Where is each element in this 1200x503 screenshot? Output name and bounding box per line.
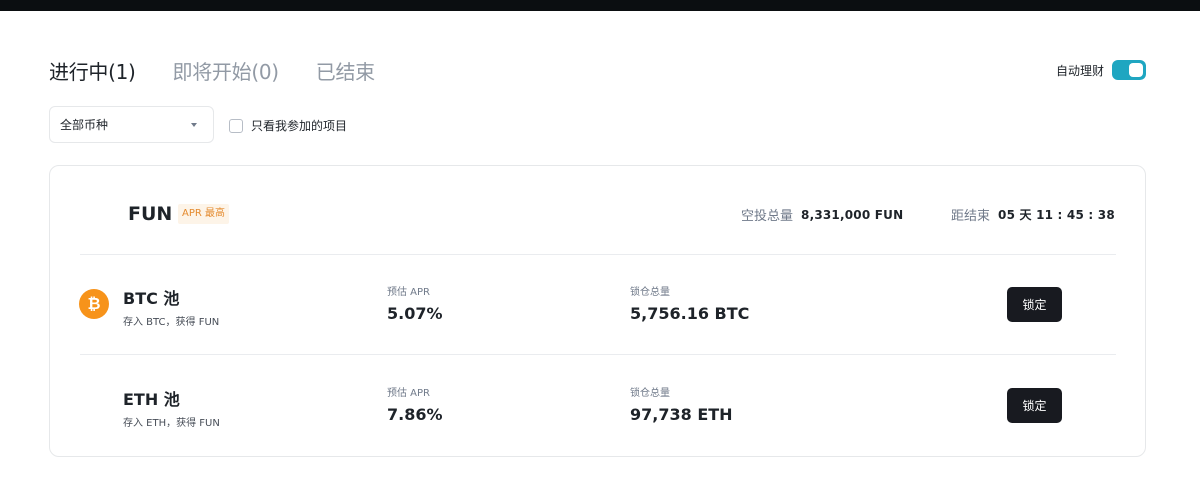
locked-value: 97,738 ETH <box>630 405 733 424</box>
my-projects-filter[interactable]: 只看我参加的项目 <box>229 117 347 134</box>
bitcoin-icon: ₿ <box>79 289 109 319</box>
coin-select[interactable]: 全部币种 <box>49 106 214 143</box>
airdrop-total: 空投总量 8,331,000 FUN <box>741 205 904 225</box>
apr-label: 预估 APR <box>387 388 430 399</box>
lock-button-eth[interactable]: 锁定 <box>1007 388 1062 423</box>
airdrop-label: 空投总量 <box>741 209 794 224</box>
lock-button-btc[interactable]: 锁定 <box>1007 287 1062 322</box>
locked-label: 锁仓总量 <box>630 287 670 298</box>
tab-ongoing[interactable]: 进行中(1) <box>49 56 136 85</box>
pool-row-btc: ₿ BTC 池 存入 BTC，获得 FUN 预估 APR 5.07% 锁仓总量 … <box>50 254 1145 354</box>
project-header: FUN APR 最高 空投总量 8,331,000 FUN 距结束 05 天 1… <box>50 166 1145 254</box>
my-projects-label: 只看我参加的项目 <box>251 119 348 133</box>
coin-select-value: 全部币种 <box>60 118 109 132</box>
my-projects-checkbox[interactable] <box>229 118 243 133</box>
pool-title: BTC 池 <box>123 289 180 308</box>
tab-ended[interactable]: 已结束 <box>316 56 375 85</box>
pool-title: ETH 池 <box>123 390 180 409</box>
locked-value: 5,756.16 BTC <box>630 304 750 323</box>
apr-label: 预估 APR <box>387 287 430 298</box>
pool-subtitle: 存入 BTC，获得 FUN <box>123 317 220 328</box>
auto-invest: 自动理财 <box>1056 60 1146 80</box>
chevron-down-icon <box>191 122 197 127</box>
apr-value: 5.07% <box>387 304 443 323</box>
tab-upcoming[interactable]: 即将开始(0) <box>173 56 280 85</box>
status-tabs: 进行中(1) 即将开始(0) 已结束 <box>49 56 412 85</box>
pool-subtitle: 存入 ETH，获得 FUN <box>123 418 220 429</box>
locked-label: 锁仓总量 <box>630 388 670 399</box>
countdown: 距结束 05 天 11 : 45 : 38 <box>951 205 1115 224</box>
project-card: FUN APR 最高 空投总量 8,331,000 FUN 距结束 05 天 1… <box>49 165 1146 457</box>
airdrop-value: 8,331,000 FUN <box>801 207 904 222</box>
top-bar <box>0 0 1200 11</box>
pool-row-eth: ETH 池 存入 ETH，获得 FUN 预估 APR 7.86% 锁仓总量 97… <box>50 355 1145 455</box>
project-coin-name: FUN <box>128 203 173 225</box>
apr-value: 7.86% <box>387 405 443 424</box>
countdown-label: 距结束 <box>951 209 991 224</box>
auto-invest-toggle[interactable] <box>1112 60 1146 80</box>
auto-invest-label: 自动理财 <box>1055 63 1104 78</box>
apr-highest-badge: APR 最高 <box>178 204 229 224</box>
countdown-value: 05 天 11 : 45 : 38 <box>998 208 1115 222</box>
toggle-knob <box>1129 63 1143 77</box>
